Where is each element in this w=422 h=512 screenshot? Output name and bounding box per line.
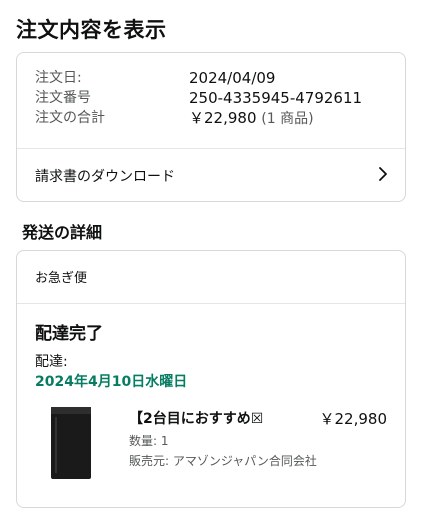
product-title-link[interactable]: 【2台目におすすめ☒: [129, 408, 263, 428]
chevron-right-icon: [379, 167, 387, 181]
product-image[interactable]: [51, 407, 91, 479]
order-number-value: 250-4335945-4792611: [189, 89, 363, 107]
shipment-card: お急ぎ便 配達完了 配達: 2024年4月10日水曜日 【2台目におすすめ☒ ￥…: [16, 250, 406, 508]
order-item-count: (1 商品): [261, 111, 314, 127]
delivered-label: 配達:: [35, 354, 68, 370]
order-total: ￥22,980 (1 商品): [189, 109, 314, 128]
shipping-speed: お急ぎ便: [35, 271, 88, 286]
product-quantity: 数量: 1: [129, 434, 169, 448]
order-number-label: 注文番号: [35, 90, 91, 106]
order-summary-card: 注文日: 2024/04/09 注文番号 250-4335945-4792611…: [16, 52, 406, 202]
download-invoice-link[interactable]: 請求書のダウンロード: [17, 149, 405, 201]
page-title: 注文内容を表示: [16, 18, 167, 42]
divider: [17, 303, 405, 304]
order-date-value: 2024/04/09: [189, 69, 276, 87]
delivery-status: 配達完了: [35, 324, 103, 344]
order-total-value: ￥22,980: [189, 109, 257, 127]
delivered-date: 2024年4月10日水曜日: [35, 374, 188, 390]
product-seller: 販売元: アマゾンジャパン合同会社: [129, 454, 317, 468]
order-total-label: 注文の合計: [35, 110, 105, 126]
download-invoice-label: 請求書のダウンロード: [35, 169, 175, 185]
product-price: ￥22,980: [319, 410, 388, 428]
order-date-label: 注文日:: [35, 70, 82, 86]
shipping-details-heading: 発送の詳細: [22, 223, 103, 242]
